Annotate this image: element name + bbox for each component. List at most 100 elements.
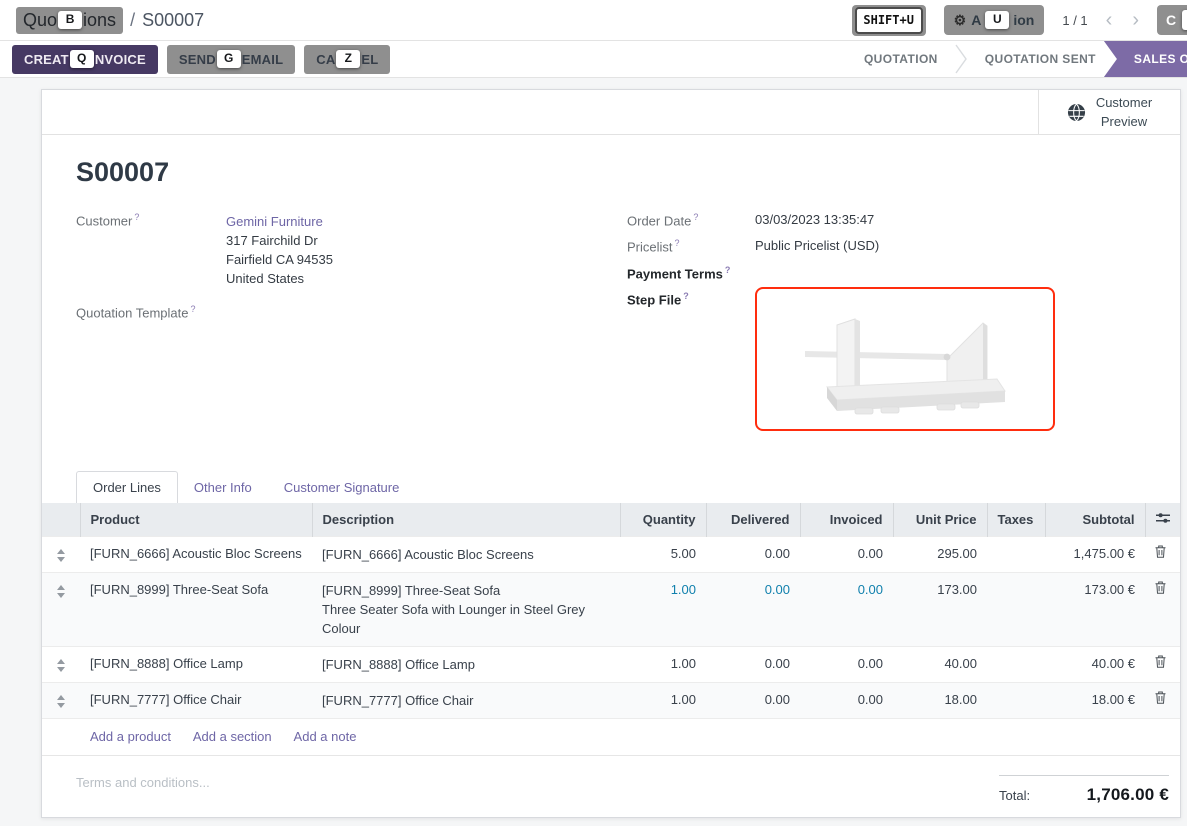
shortcut-badge-create bbox=[1182, 10, 1187, 30]
create-invoice-label-left: CREAT bbox=[24, 52, 69, 67]
cell-taxes[interactable] bbox=[987, 646, 1045, 682]
cell-description[interactable]: [FURN_8999] Three-Seat Sofa Three Seater… bbox=[312, 572, 620, 646]
cell-invoiced[interactable]: 0.00 bbox=[800, 536, 893, 572]
customer-address-line: United States bbox=[226, 269, 333, 288]
customer-value: Gemini Furniture 317 Fairchild Dr Fairfi… bbox=[226, 212, 333, 288]
delete-row-button[interactable] bbox=[1145, 536, 1181, 572]
action-menu-button[interactable]: ⚙AUion bbox=[944, 5, 1045, 35]
terms-and-conditions-input[interactable]: Terms and conditions... bbox=[76, 775, 210, 805]
cell-product[interactable]: [FURN_8999] Three-Seat Sofa bbox=[80, 572, 312, 646]
add-a-product-link[interactable]: Add a product bbox=[90, 729, 171, 744]
customer-preview-label: CustomerPreview bbox=[1096, 93, 1152, 131]
column-header-unit-price[interactable]: Unit Price bbox=[893, 503, 987, 537]
column-header-quantity[interactable]: Quantity bbox=[620, 503, 706, 537]
settings-button[interactable]: SHIFT+U bbox=[852, 5, 926, 36]
total-value: 1,706.00 € bbox=[1087, 785, 1169, 805]
cell-product[interactable]: [FURN_7777] Office Chair bbox=[80, 682, 312, 718]
tab-other-info[interactable]: Other Info bbox=[178, 472, 268, 503]
cell-unit-price[interactable]: 295.00 bbox=[893, 536, 987, 572]
customer-preview-line2: Preview bbox=[1096, 112, 1152, 131]
cell-subtotal: 173.00 € bbox=[1045, 572, 1145, 646]
cell-invoiced[interactable]: 0.00 bbox=[800, 682, 893, 718]
order-lines-table: Product Description Quantity Delivered I… bbox=[42, 503, 1181, 756]
sheet-bottom-section: Terms and conditions... Total: 1,706.00 … bbox=[42, 756, 1180, 805]
cell-subtotal: 40.00 € bbox=[1045, 646, 1145, 682]
field-column-right: Order Date? 03/03/2023 13:35:47 Pricelis… bbox=[611, 212, 1180, 441]
order-line-row[interactable]: [FURN_6666] Acoustic Bloc Screens [FURN_… bbox=[42, 536, 1181, 572]
cell-taxes[interactable] bbox=[987, 682, 1045, 718]
tab-customer-signature[interactable]: Customer Signature bbox=[268, 472, 416, 503]
drag-handle-icon[interactable] bbox=[52, 655, 70, 672]
column-header-taxes[interactable]: Taxes bbox=[987, 503, 1045, 537]
help-icon: ? bbox=[134, 212, 139, 222]
3d-part-image bbox=[799, 299, 1011, 419]
cell-quantity[interactable]: 1.00 bbox=[620, 646, 706, 682]
column-header-invoiced[interactable]: Invoiced bbox=[800, 503, 893, 537]
column-header-description[interactable]: Description bbox=[312, 503, 620, 537]
send-email-button[interactable]: SENDGEMAIL bbox=[167, 45, 295, 74]
cell-unit-price[interactable]: 40.00 bbox=[893, 646, 987, 682]
drag-handle-icon[interactable] bbox=[52, 581, 70, 598]
customer-preview-button[interactable]: CustomerPreview bbox=[1038, 90, 1180, 134]
column-header-subtotal[interactable]: Subtotal bbox=[1045, 503, 1145, 537]
stage-sales-order[interactable]: SALES ORDER bbox=[1104, 41, 1187, 77]
column-header-product[interactable]: Product bbox=[80, 503, 312, 537]
field-payment-terms: Payment Terms? bbox=[611, 265, 1180, 281]
order-date-value[interactable]: 03/03/2023 13:35:47 bbox=[755, 212, 874, 228]
form-action-bar: CREATQNVOICE SENDGEMAIL CAZEL QUOTATION … bbox=[0, 40, 1187, 78]
cell-delivered[interactable]: 0.00 bbox=[706, 682, 800, 718]
order-line-row[interactable]: [FURN_8888] Office Lamp [FURN_8888] Offi… bbox=[42, 646, 1181, 682]
cell-unit-price[interactable]: 173.00 bbox=[893, 572, 987, 646]
cell-quantity[interactable]: 5.00 bbox=[620, 536, 706, 572]
cell-quantity[interactable]: 1.00 bbox=[620, 682, 706, 718]
cell-invoiced[interactable]: 0.00 bbox=[800, 572, 893, 646]
cell-taxes[interactable] bbox=[987, 536, 1045, 572]
cell-description[interactable]: [FURN_6666] Acoustic Bloc Screens bbox=[312, 536, 620, 572]
create-button[interactable]: C bbox=[1157, 5, 1187, 35]
order-line-row[interactable]: [FURN_7777] Office Chair [FURN_7777] Off… bbox=[42, 682, 1181, 718]
form-view-background: CustomerPreview S00007 Customer? Gemini … bbox=[0, 78, 1187, 826]
cell-delivered[interactable]: 0.00 bbox=[706, 646, 800, 682]
customer-link[interactable]: Gemini Furniture bbox=[226, 212, 333, 231]
help-icon: ? bbox=[191, 304, 196, 314]
order-total: Total: 1,706.00 € bbox=[999, 775, 1169, 805]
cell-product[interactable]: [FURN_6666] Acoustic Bloc Screens bbox=[80, 536, 312, 572]
pager-previous-icon[interactable]: ‹ bbox=[1106, 10, 1113, 30]
pager-next-icon[interactable]: › bbox=[1132, 10, 1139, 30]
customer-label: Customer? bbox=[76, 212, 226, 288]
cell-unit-price[interactable]: 18.00 bbox=[893, 682, 987, 718]
cell-delivered[interactable]: 0.00 bbox=[706, 536, 800, 572]
cell-delivered[interactable]: 0.00 bbox=[706, 572, 800, 646]
breadcrumb-quotations[interactable]: QuoBions bbox=[16, 7, 123, 34]
help-icon: ? bbox=[683, 291, 689, 301]
column-header-delivered[interactable]: Delivered bbox=[706, 503, 800, 537]
stage-quotation-sent[interactable]: QUOTATION SENT bbox=[968, 41, 1113, 77]
cell-description[interactable]: [FURN_7777] Office Chair bbox=[312, 682, 620, 718]
cancel-button[interactable]: CAZEL bbox=[304, 45, 390, 74]
cell-invoiced[interactable]: 0.00 bbox=[800, 646, 893, 682]
drag-handle-icon[interactable] bbox=[52, 545, 70, 562]
cell-product[interactable]: [FURN_8888] Office Lamp bbox=[80, 646, 312, 682]
add-a-note-link[interactable]: Add a note bbox=[294, 729, 357, 744]
drag-handle-icon[interactable] bbox=[52, 691, 70, 708]
cell-taxes[interactable] bbox=[987, 572, 1045, 646]
optional-columns-button[interactable] bbox=[1145, 503, 1181, 537]
delete-row-button[interactable] bbox=[1145, 646, 1181, 682]
pricelist-value[interactable]: Public Pricelist (USD) bbox=[755, 238, 879, 254]
stage-quotation[interactable]: QUOTATION bbox=[847, 41, 955, 77]
step-file-3d-preview[interactable] bbox=[755, 287, 1055, 431]
trash-icon bbox=[1155, 545, 1166, 558]
cell-quantity[interactable]: 1.00 bbox=[620, 572, 706, 646]
sales-order-sheet: CustomerPreview S00007 Customer? Gemini … bbox=[41, 89, 1181, 818]
tab-order-lines[interactable]: Order Lines bbox=[76, 471, 178, 503]
delete-row-button[interactable] bbox=[1145, 682, 1181, 718]
customer-address-line: Fairfield CA 94535 bbox=[226, 250, 333, 269]
create-invoice-button[interactable]: CREATQNVOICE bbox=[12, 45, 158, 74]
payment-terms-label: Payment Terms? bbox=[627, 265, 755, 281]
delete-row-button[interactable] bbox=[1145, 572, 1181, 646]
globe-icon bbox=[1067, 103, 1086, 122]
cell-description[interactable]: [FURN_8888] Office Lamp bbox=[312, 646, 620, 682]
order-line-row[interactable]: [FURN_8999] Three-Seat Sofa [FURN_8999] … bbox=[42, 572, 1181, 646]
send-email-label-left: SEND bbox=[179, 52, 216, 67]
add-a-section-link[interactable]: Add a section bbox=[193, 729, 272, 744]
